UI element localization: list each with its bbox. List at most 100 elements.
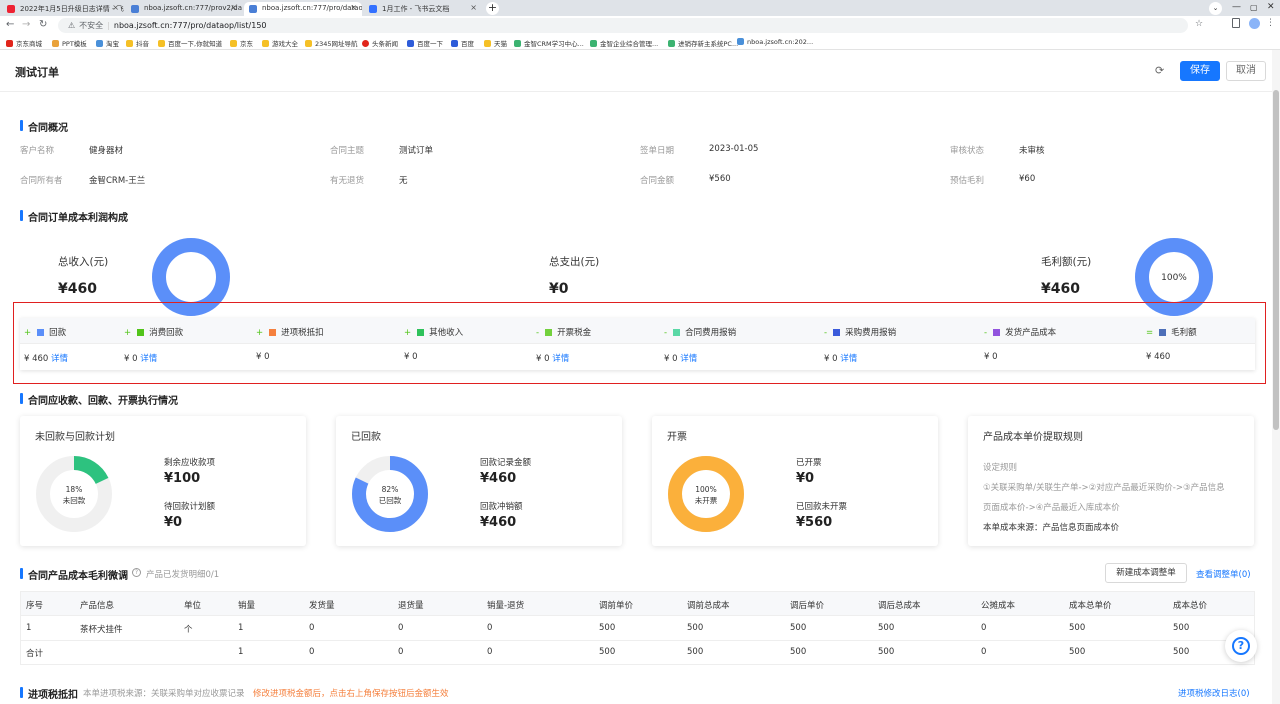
maximize-icon[interactable]: ▢ <box>1250 3 1258 12</box>
help-icon[interactable]: ? <box>132 568 141 577</box>
view-adjustment-link[interactable]: 查看调整单(0) <box>1196 568 1251 580</box>
execution-card: 未回款与回款计划 18% 未回款 剩余应收款项 ¥100 待回款计划额 ¥0 <box>20 416 306 546</box>
composition-value-cell: ¥ 460 <box>1146 352 1170 362</box>
window-close-icon[interactable]: ✕ <box>1267 2 1275 12</box>
composition-value-cell: ¥ 460 详情 <box>24 352 68 364</box>
column-header: 销量-退货 <box>487 601 525 611</box>
folder-icon <box>96 40 103 47</box>
bookmark-label: 头条新闻 <box>372 40 398 48</box>
ppt-icon <box>52 40 59 47</box>
browser-tab[interactable]: 1月工作 - 飞书云文档 × <box>364 2 482 16</box>
section-title-execution: 合同应收款、回款、开票执行情况 <box>20 392 178 407</box>
bookmark-item[interactable]: 京东商城 <box>6 38 42 48</box>
table-cell: 500 <box>1069 647 1086 657</box>
composition-header-cell: = 毛利额 <box>1146 326 1197 338</box>
bookmark-item[interactable]: 金智企业综合管理... <box>590 38 658 48</box>
metric-label: 回款冲销额 <box>480 502 523 512</box>
bookmark-item[interactable]: 天猫 <box>484 38 507 48</box>
composition-item-value: ¥ 460 <box>1146 352 1171 362</box>
more-menu-icon[interactable]: ⋮ <box>1266 18 1275 28</box>
column-header: 销量 <box>238 601 256 611</box>
composition-header-cell: - 采购费用报销 <box>824 326 896 338</box>
new-adjustment-button[interactable]: 新建成本调整单 <box>1105 563 1187 583</box>
composition-item-value: ¥ 0 <box>664 354 678 364</box>
card-ring-chart: 18%未回款 <box>36 456 112 532</box>
browser-tab[interactable]: nboa.jzsoft.cn:777/prov2/dataop× <box>126 2 242 16</box>
cost-rule-card: 产品成本单价提取规则 设定规则 ①关联采购单/关联生产单->②对应产品最近采购价… <box>968 416 1254 546</box>
metric-value: ¥100 <box>164 471 201 486</box>
bookmark-label: 淘宝 <box>106 40 119 48</box>
legend-swatch <box>417 329 425 336</box>
table-cell: 500 <box>790 647 807 657</box>
url-input[interactable]: ⚠ 不安全 | nboa.jzsoft.cn:777/pro/dataop/list/… <box>58 18 1188 33</box>
detail-link[interactable]: 详情 <box>51 354 68 364</box>
scrollbar[interactable] <box>1272 50 1280 704</box>
bookmark-item[interactable]: 百度一下,你就知道 <box>158 38 222 48</box>
bookmark-item[interactable]: PPT模板 <box>52 38 87 48</box>
metric-value: ¥0 <box>164 515 183 530</box>
close-icon[interactable]: × <box>350 3 357 12</box>
help-float-button[interactable]: ? <box>1225 630 1257 662</box>
close-icon[interactable]: × <box>112 3 119 12</box>
column-header: 单位 <box>184 601 202 611</box>
save-button[interactable]: 保存 <box>1180 61 1220 81</box>
page-header: 测试订单 ⟳ 保存 取消 <box>0 50 1272 92</box>
tax-log-link[interactable]: 进项税修改日志(0) <box>1178 687 1250 699</box>
card-title: 已回款 <box>351 432 381 443</box>
table-cell: 0 <box>487 647 493 657</box>
bookmark-item[interactable]: 淘宝 <box>96 38 119 48</box>
profile-avatar[interactable] <box>1249 18 1260 29</box>
bookmark-item[interactable]: 头条新闻 <box>362 38 398 48</box>
refresh-icon[interactable]: ⟳ <box>1155 64 1164 77</box>
chevron-down-icon[interactable]: ⌄ <box>1209 2 1222 15</box>
detail-link[interactable]: 详情 <box>680 354 697 364</box>
bookmark-item[interactable]: 进销存新主系统PC... <box>668 38 738 48</box>
close-icon[interactable]: × <box>470 3 477 12</box>
execution-card: 开票 100% 未开票 已开票 ¥0 已回款未开票 ¥560 <box>652 416 938 546</box>
close-icon[interactable]: × <box>230 3 237 12</box>
forward-icon[interactable]: → <box>22 19 30 30</box>
star-icon[interactable]: ☆ <box>1195 19 1203 29</box>
metric-value: ¥460 <box>480 471 517 486</box>
product-name-link[interactable]: 茶杯犬挂件 <box>80 623 123 635</box>
bookmark-item[interactable]: 百度 <box>451 38 474 48</box>
bookmark-item[interactable]: 游戏大全 <box>262 38 298 48</box>
page-title: 测试订单 <box>15 66 59 79</box>
new-tab-icon[interactable]: + <box>486 2 499 15</box>
bookmark-item[interactable]: nboa.jzsoft.cn:202... <box>737 38 813 46</box>
bookmark-item[interactable]: 金智CRM学习中心... <box>514 38 584 48</box>
operator-sign: + <box>404 328 412 338</box>
table-cell: 个 <box>184 625 193 635</box>
operator-sign: + <box>24 328 32 338</box>
ring-percent: 100% <box>695 485 716 494</box>
cancel-button[interactable]: 取消 <box>1226 61 1266 81</box>
total-income-label: 总收入(元) <box>58 256 109 268</box>
rule-line-1: ①关联采购单/关联生产单->②对应产品最近采购价->③产品信息 <box>983 483 1225 493</box>
back-icon[interactable]: ← <box>6 19 14 30</box>
detail-link[interactable]: 详情 <box>552 354 569 364</box>
detail-link[interactable]: 详情 <box>140 354 157 364</box>
legend-swatch <box>673 329 681 336</box>
sidebar-icon[interactable] <box>1232 18 1240 28</box>
bookmark-label: 京东 <box>240 40 253 48</box>
bookmark-item[interactable]: 抖音 <box>126 38 149 48</box>
minimize-icon[interactable]: — <box>1232 2 1241 12</box>
bookmark-item[interactable]: 百度一下 <box>407 38 443 48</box>
table-cell: 0 <box>981 647 987 657</box>
bookmark-item[interactable]: 京东 <box>230 38 253 48</box>
scrollbar-thumb[interactable] <box>1273 90 1279 430</box>
field-label: 合同金额 <box>640 176 675 186</box>
composition-item-name: 发货产品成本 <box>1005 328 1057 338</box>
field-label: 签单日期 <box>640 146 675 156</box>
card-ring-chart: 82%已回款 <box>352 456 428 532</box>
legend-swatch <box>269 329 277 336</box>
browser-tab-active[interactable]: nboa.jzsoft.cn:777/pro/dataop × <box>244 2 362 16</box>
composition-item-name: 进项税抵扣 <box>281 328 324 338</box>
table-cell: 0 <box>398 623 404 633</box>
reload-icon[interactable]: ↻ <box>39 19 47 30</box>
browser-tab[interactable]: 2022年1月5日升级日志详情 - 飞书云文档× <box>2 2 124 16</box>
section-title-tax: 进项税抵扣 <box>20 686 78 701</box>
detail-link[interactable]: 详情 <box>840 354 857 364</box>
bookmark-item[interactable]: 2345网址导航 <box>305 38 358 48</box>
folder-icon <box>262 40 269 47</box>
